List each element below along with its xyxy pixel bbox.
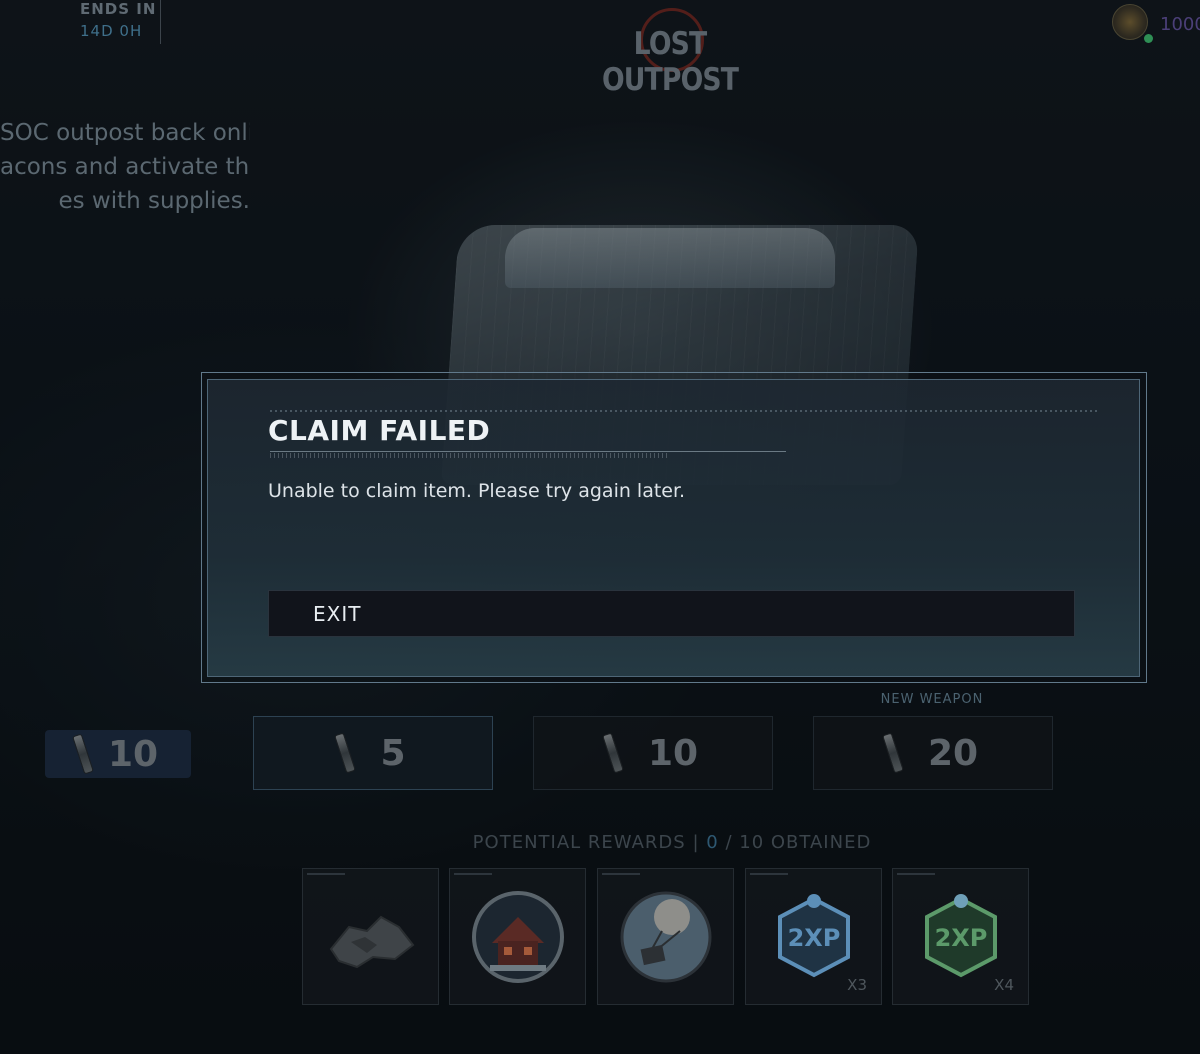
beacon-icon (882, 732, 904, 774)
supply-drop-icon (620, 891, 712, 983)
reward-quantity: X4 (994, 976, 1014, 994)
exit-button[interactable]: EXIT (268, 590, 1075, 637)
new-weapon-badge: NEW WEAPON (880, 692, 984, 707)
dialog-title-ticks (270, 453, 670, 458)
tier-count: 10 (647, 732, 699, 774)
description-line: SOC outpost back online. (0, 120, 250, 146)
player-emblem-icon (1112, 4, 1148, 40)
dialog-message: Unable to claim item. Please try again l… (268, 480, 686, 502)
exit-button-label: EXIT (313, 602, 362, 626)
ends-in-label: ENDS IN (80, 0, 157, 18)
tier-card-3[interactable]: 10 (533, 716, 773, 790)
event-timer: ENDS IN 14D 0H (80, 0, 156, 40)
event-logo: LOST OUTPOST (560, 8, 780, 98)
tier-count: 20 (927, 732, 979, 774)
tier-card-4[interactable]: 20 (813, 716, 1053, 790)
event-title: LOST OUTPOST (601, 26, 739, 98)
description-line: es with supplies. (58, 188, 250, 214)
xp-label: 2XP (935, 924, 988, 952)
dialog-title: CLAIM FAILED (268, 414, 491, 447)
tier-card-2[interactable]: 5 (253, 716, 493, 790)
description-line: acons and activate them (0, 154, 250, 180)
tier-card-1[interactable]: 10 (45, 730, 191, 778)
currency-value: 1000 (1160, 14, 1200, 35)
rewards-total-label: 10 OBTAINED (739, 832, 872, 853)
timer-divider (160, 0, 161, 44)
beacon-icon (602, 732, 624, 774)
xp-label: 2XP (788, 924, 841, 952)
tier-count: 5 (380, 732, 406, 774)
cabin-emblem-icon (472, 891, 564, 983)
camo-icon (329, 915, 415, 969)
reward-card-1[interactable] (302, 868, 439, 1005)
ends-in-value: 14D 0H (80, 22, 143, 40)
beacon-icon (72, 733, 94, 775)
rewards-header-label: POTENTIAL REWARDS (472, 832, 686, 853)
event-description: SOC outpost back online. acons and activ… (0, 116, 250, 218)
dialog-title-rule (270, 451, 786, 452)
rewards-header: POTENTIAL REWARDS | 0 / 10 OBTAINED (0, 832, 1200, 853)
tier-count: 10 (107, 733, 159, 775)
rewards-header-slash: / (725, 832, 733, 853)
online-status-icon (1144, 34, 1153, 43)
double-xp-green-icon: 2XP (925, 894, 997, 978)
double-xp-blue-icon: 2XP (778, 894, 850, 978)
rewards-obtained-count: 0 (706, 832, 719, 853)
reward-card-2[interactable] (449, 868, 586, 1005)
beacon-icon (334, 732, 357, 774)
supply-crate-lid-image (505, 228, 835, 288)
reward-card-5[interactable]: 2XP X4 (892, 868, 1029, 1005)
dialog-dotted-rule (270, 410, 1100, 412)
reward-card-3[interactable] (597, 868, 734, 1005)
reward-quantity: X3 (847, 976, 867, 994)
rewards-header-separator: | (692, 832, 700, 853)
reward-card-4[interactable]: 2XP X3 (745, 868, 882, 1005)
